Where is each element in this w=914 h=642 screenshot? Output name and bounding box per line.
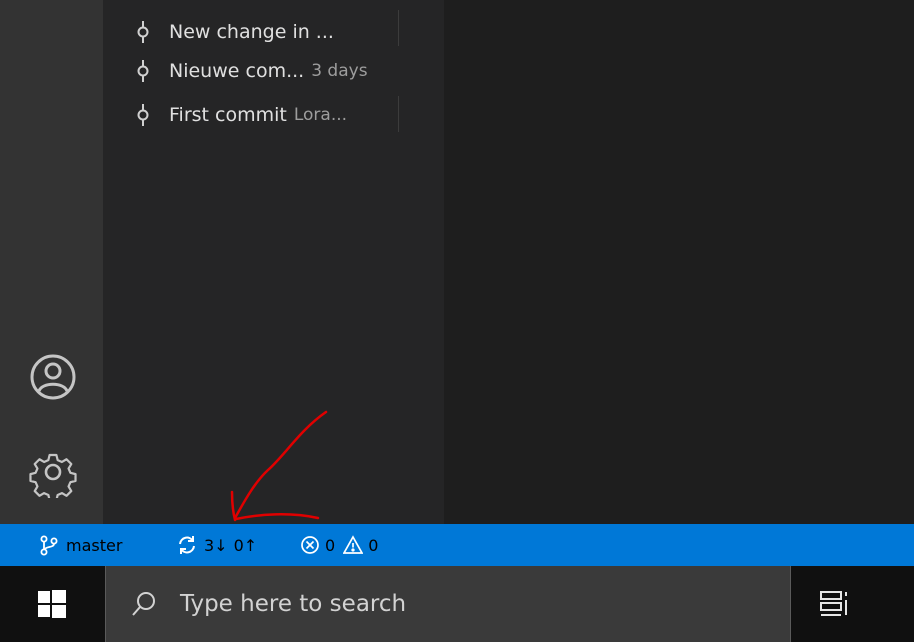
search-placeholder: Type here to search — [180, 591, 407, 617]
git-commit-icon — [135, 21, 151, 43]
commit-message: New change in ... — [169, 21, 334, 43]
column-divider — [398, 96, 399, 132]
commit-message: First commit — [169, 104, 287, 126]
sync-incoming-count: 3↓ — [204, 535, 228, 555]
status-bar — [0, 524, 914, 566]
warning-icon — [342, 535, 364, 555]
sync-outgoing-count: 0↑ — [233, 535, 258, 555]
commit-meta: 3 days — [311, 61, 368, 81]
sync-indicator[interactable]: 3↓ 0↑ — [176, 524, 257, 566]
branch-name: master — [66, 535, 123, 555]
branch-indicator[interactable]: master — [38, 524, 122, 566]
git-commit-icon — [135, 60, 151, 82]
git-branch-icon — [38, 534, 60, 556]
git-commit-icon — [135, 104, 151, 126]
account-icon[interactable] — [27, 351, 79, 403]
sync-icon — [176, 534, 198, 556]
error-count: 0 — [325, 535, 336, 555]
editor-area — [444, 0, 914, 524]
search-icon — [130, 590, 158, 618]
windows-logo-icon[interactable] — [38, 590, 66, 618]
column-divider — [398, 10, 399, 46]
commit-item[interactable]: First commit Lora... — [135, 95, 347, 135]
commit-item[interactable]: Nieuwe com... 3 days — [135, 51, 368, 91]
commit-item[interactable]: New change in ... — [135, 12, 341, 52]
commit-message: Nieuwe com... — [169, 60, 305, 82]
warning-count: 0 — [368, 535, 379, 555]
task-view-icon[interactable] — [818, 588, 852, 620]
commit-meta: Lora... — [293, 105, 348, 125]
gear-icon[interactable] — [27, 446, 79, 502]
problems-indicator[interactable]: 0 0 — [300, 524, 378, 566]
error-icon — [300, 535, 320, 555]
